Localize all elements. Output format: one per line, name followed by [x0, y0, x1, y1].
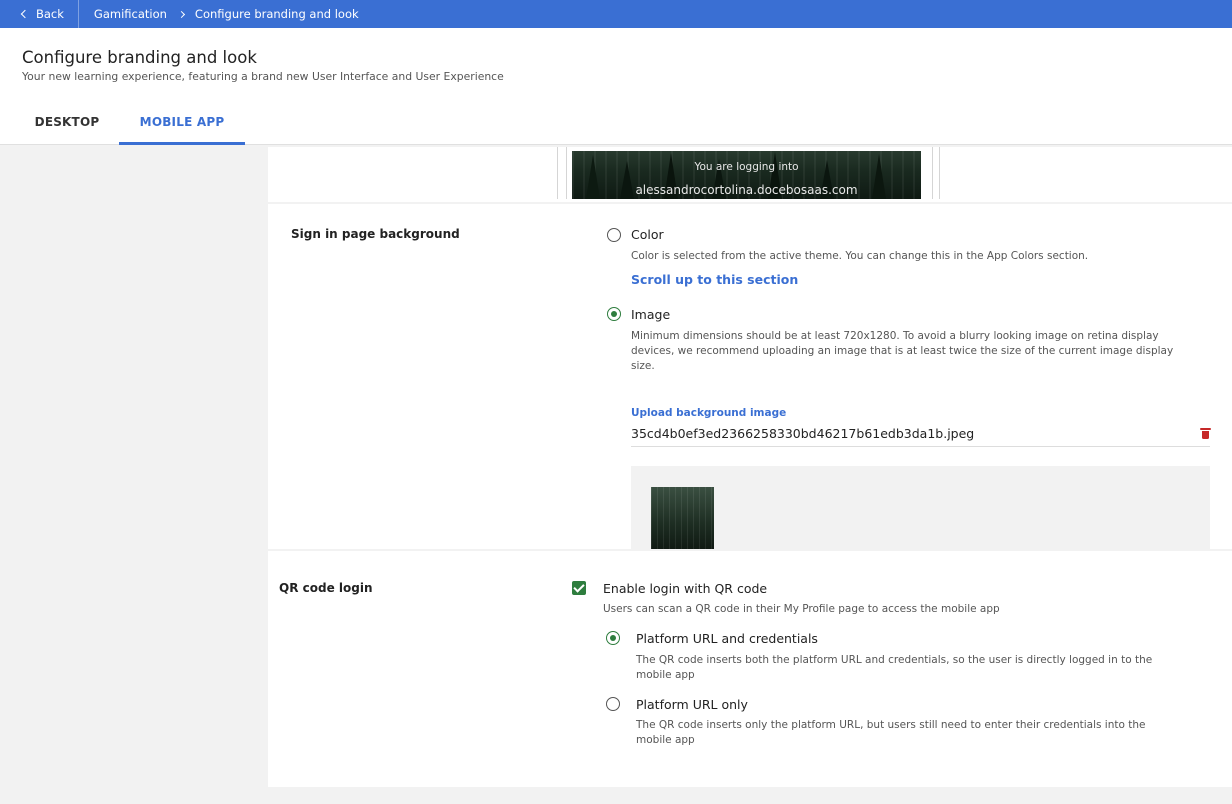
section-label-sign-in-background: Sign in page background	[291, 227, 460, 241]
option-label-image: Image	[631, 307, 671, 322]
page-header: Configure branding and look Your new lea…	[0, 28, 1232, 145]
qr-login-card: QR code login Enable login with QR code …	[268, 551, 1232, 787]
back-button-label: Back	[36, 7, 64, 21]
radio-color[interactable]	[607, 228, 621, 242]
trash-icon[interactable]	[1200, 428, 1211, 439]
radio-image[interactable]	[607, 307, 621, 321]
preview-logging-text: You are logging into	[694, 161, 799, 173]
tab-desktop[interactable]: DESKTOP	[22, 108, 112, 145]
breadcrumb: Gamification Configure branding and look	[79, 7, 359, 21]
enable-qr-login-description: Users can scan a QR code in their My Pro…	[603, 603, 1000, 615]
section-label-qr-login: QR code login	[279, 581, 373, 595]
radio-platform-url-only[interactable]	[606, 697, 620, 711]
enable-qr-login-checkbox[interactable]	[572, 581, 586, 595]
preview-domain-text: alessandrocortolina.docebosaas.com	[635, 183, 858, 197]
radio-platform-url-and-credentials[interactable]	[606, 631, 620, 645]
option-label-platform-url-only: Platform URL only	[636, 697, 748, 712]
phone-preview-frame	[557, 147, 567, 199]
option-label-color: Color	[631, 227, 664, 242]
preview-card: You are logging into alessandrocortolina…	[268, 147, 1232, 202]
page-bottom-background	[0, 787, 1232, 804]
chevron-right-icon	[177, 10, 185, 18]
page-title: Configure branding and look	[22, 48, 257, 67]
sign-in-preview-image: You are logging into alessandrocortolina…	[572, 151, 921, 199]
back-button[interactable]: Back	[0, 0, 79, 28]
top-bar: Back Gamification Configure branding and…	[0, 0, 1232, 28]
option-description-platform-url-only: The QR code inserts only the platform UR…	[636, 719, 1146, 746]
option-description-platform-url-and-credentials: The QR code inserts both the platform UR…	[636, 654, 1153, 681]
option-label-platform-url-and-credentials: Platform URL and credentials	[636, 631, 818, 646]
background-image-preview-box	[631, 466, 1210, 549]
breadcrumb-item-current: Configure branding and look	[194, 7, 359, 21]
phone-preview-frame	[932, 147, 940, 199]
upload-background-label: Upload background image	[631, 407, 787, 419]
breadcrumb-item-gamification[interactable]: Gamification	[94, 7, 167, 21]
sign-in-background-card: Sign in page background Color Color is s…	[268, 204, 1232, 549]
option-description-image: Minimum dimensions should be at least 72…	[631, 330, 1174, 372]
scroll-up-link[interactable]: Scroll up to this section	[631, 272, 798, 287]
upload-field-underline	[631, 446, 1210, 447]
background-image-thumbnail	[651, 487, 714, 549]
page-subtitle: Your new learning experience, featuring …	[22, 70, 504, 83]
upload-filename[interactable]: 35cd4b0ef3ed2366258330bd46217b61edb3da1b…	[631, 426, 974, 441]
chevron-left-icon	[20, 9, 30, 19]
enable-qr-login-label: Enable login with QR code	[603, 581, 768, 596]
tab-mobile-app[interactable]: MOBILE APP	[119, 108, 245, 145]
option-description-color: Color is selected from the active theme.…	[631, 250, 1089, 262]
